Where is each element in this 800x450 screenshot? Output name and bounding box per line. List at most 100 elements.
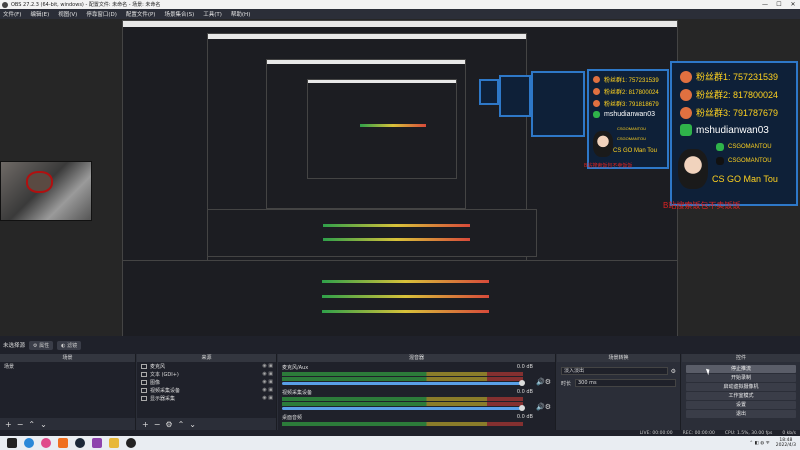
qq-icon <box>593 88 600 95</box>
start-recording-button[interactable]: 开始录制 <box>686 374 796 382</box>
settings-button[interactable]: 设置 <box>686 401 796 409</box>
minimize-button[interactable]: — <box>758 1 772 8</box>
menu-bar: 文件(F) 编辑(E) 视图(V) 停靠窗口(D) 配置文件(P) 场景集合(S… <box>0 9 800 19</box>
wechat-icon <box>593 111 600 118</box>
exit-button[interactable]: 退出 <box>686 410 796 418</box>
preview-canvas[interactable]: 粉丝群1: 757231539 粉丝群2: 817800024 粉丝群3: 79… <box>0 19 800 336</box>
menu-edit[interactable]: 编辑(E) <box>30 10 49 18</box>
move-down-button[interactable]: ⌄ <box>189 420 196 429</box>
duration-label: 时长 <box>561 380 572 387</box>
properties-button[interactable]: ⚙ 属性 <box>29 340 54 350</box>
transition-settings-gear-icon[interactable]: ⚙ <box>671 368 676 375</box>
remove-scene-button[interactable]: − <box>17 420 24 429</box>
filters-button[interactable]: ◐ 滤镜 <box>57 340 82 350</box>
move-down-button[interactable]: ⌄ <box>40 420 47 429</box>
wechat-icon <box>680 124 692 136</box>
social-card-large: 粉丝群1: 757231539 粉丝群2: 817800024 粉丝群3: 79… <box>670 61 798 206</box>
maximize-button[interactable]: ☐ <box>772 1 786 8</box>
promo-text: B站搜索饭包不卖饭饭 <box>663 201 741 210</box>
sources-header: 来源 <box>137 354 276 362</box>
wechat-account: CSGOMANTOU <box>617 126 647 131</box>
start-virtual-camera-button[interactable]: 启动虚拟摄像机 <box>686 383 796 391</box>
volume-meter <box>282 372 523 376</box>
cpu-usage: CPU: 1.5%, 30.00 fps <box>724 430 773 436</box>
taskbar-clock[interactable]: 18:48 2022/4/3 <box>776 438 796 448</box>
close-button[interactable]: ✕ <box>786 1 800 8</box>
tiktok-id: CSGOMANTOU <box>617 136 647 141</box>
volume-slider[interactable] <box>282 380 525 386</box>
camera-icon <box>141 387 147 393</box>
text-icon <box>141 371 147 377</box>
tray-icons[interactable]: ⌃ ◧ ◍ ᯤ <box>749 440 769 446</box>
edge-icon[interactable] <box>24 438 34 448</box>
menu-docks[interactable]: 停靠窗口(D) <box>86 10 117 18</box>
menu-help[interactable]: 帮助(H) <box>231 10 250 18</box>
steam-icon[interactable] <box>75 438 85 448</box>
qq-icon <box>593 100 600 107</box>
social-card-medium: 粉丝群1: 757231539 粉丝群2: 817800024 粉丝群3: 79… <box>587 69 669 169</box>
menu-profile[interactable]: 配置文件(P) <box>126 10 156 18</box>
controls-header: 控件 <box>682 354 800 362</box>
add-scene-button[interactable]: + <box>5 420 12 429</box>
fans-group-1: 粉丝群1: 757231539 <box>696 72 779 82</box>
volume-meter <box>282 422 523 426</box>
obs-icon[interactable] <box>126 438 136 448</box>
menu-tools[interactable]: 工具(T) <box>203 10 222 18</box>
transitions-dock: 场景转换 淡入淡出 ⚙ 时长 300 ms <box>557 354 681 430</box>
visibility-eye-icon[interactable]: ◉ ▣ <box>262 395 273 401</box>
qq-icon <box>593 76 600 83</box>
studio-mode-button[interactable]: 工作室模式 <box>686 392 796 400</box>
source-item[interactable]: 麦克风 ◉ ▣ <box>137 362 276 370</box>
social-card-small <box>479 79 499 105</box>
mute-speaker-icon[interactable]: 🔊⚙ <box>536 378 551 386</box>
visibility-eye-icon[interactable]: ◉ ▣ <box>262 371 273 377</box>
app-icon[interactable] <box>109 438 119 448</box>
menu-scene-collection[interactable]: 场景集合(S) <box>164 10 194 18</box>
volume-slider[interactable] <box>282 405 525 411</box>
source-toolbar: 未选择源 ⚙ 属性 ◐ 滤镜 <box>0 336 800 354</box>
volume-meter <box>282 402 523 406</box>
visibility-eye-icon[interactable]: ◉ ▣ <box>262 387 273 393</box>
app-icon[interactable] <box>58 438 68 448</box>
fans-group-3: 粉丝群3: 791818679 <box>604 102 659 108</box>
sources-dock: 来源 麦克风 ◉ ▣ 文本 (GDI+) ◉ ▣ 图像 ◉ ▣ 视频采集设备 ◉ ▣ 显… <box>137 354 277 430</box>
rec-time: REC: 00:00:00 <box>682 430 715 436</box>
source-item[interactable]: 图像 ◉ ▣ <box>137 378 276 386</box>
visibility-eye-icon[interactable]: ◉ ▣ <box>262 379 273 385</box>
duration-input[interactable]: 300 ms <box>575 379 676 387</box>
promo-text: B站搜索饭包不卖饭饭 <box>584 163 633 169</box>
social-card-small <box>531 71 585 137</box>
mixer-channel: 视频采集设备 0.0 dB 🔊⚙ <box>282 389 551 411</box>
social-card-small <box>499 75 531 117</box>
source-item[interactable]: 显示器采集 ◉ ▣ <box>137 394 276 402</box>
remove-source-button[interactable]: − <box>154 420 161 429</box>
menu-view[interactable]: 视图(V) <box>58 10 77 18</box>
streamer-name: CS GO Man Tou <box>613 148 657 154</box>
wechat-icon <box>716 143 724 151</box>
source-item[interactable]: 视频采集设备 ◉ ▣ <box>137 386 276 394</box>
mute-speaker-icon[interactable]: 🔊⚙ <box>536 403 551 411</box>
add-source-button[interactable]: + <box>142 420 149 429</box>
window-title: OBS 27.2.3 (64-bit, windows) - 配置文件: 未命名… <box>11 2 161 8</box>
scene-item[interactable]: 场景 <box>0 362 135 370</box>
source-item[interactable]: 文本 (GDI+) ◉ ▣ <box>137 370 276 378</box>
transitions-header: 场景转换 <box>557 354 680 362</box>
source-settings-gear-icon[interactable]: ⚙ <box>165 420 172 429</box>
menu-file[interactable]: 文件(F) <box>3 10 21 18</box>
stop-streaming-button[interactable]: 停止推流 <box>686 365 796 373</box>
move-up-button[interactable]: ⌃ <box>28 420 35 429</box>
move-up-button[interactable]: ⌃ <box>178 420 185 429</box>
fans-group-3: 粉丝群3: 791787679 <box>696 108 779 118</box>
scenes-header: 场景 <box>0 354 135 362</box>
visibility-eye-icon[interactable]: ◉ ▣ <box>262 363 273 369</box>
app-icon[interactable] <box>92 438 102 448</box>
audio-mixer-dock: 混音器 麦克风/Aux 0.0 dB 🔊⚙ 视频采集设备 0.0 dB 🔊⚙ 桌… <box>278 354 556 430</box>
transition-select[interactable]: 淡入淡出 <box>561 367 668 375</box>
bitrate: 0 kb/s <box>782 430 796 436</box>
scenes-dock: 场景 场景 + − ⌃ ⌄ <box>0 354 136 430</box>
nested-docks <box>122 260 678 336</box>
browser-icon[interactable] <box>41 438 51 448</box>
volume-meter <box>282 397 523 401</box>
webcam-feed <box>0 161 92 221</box>
start-icon[interactable] <box>7 438 17 448</box>
